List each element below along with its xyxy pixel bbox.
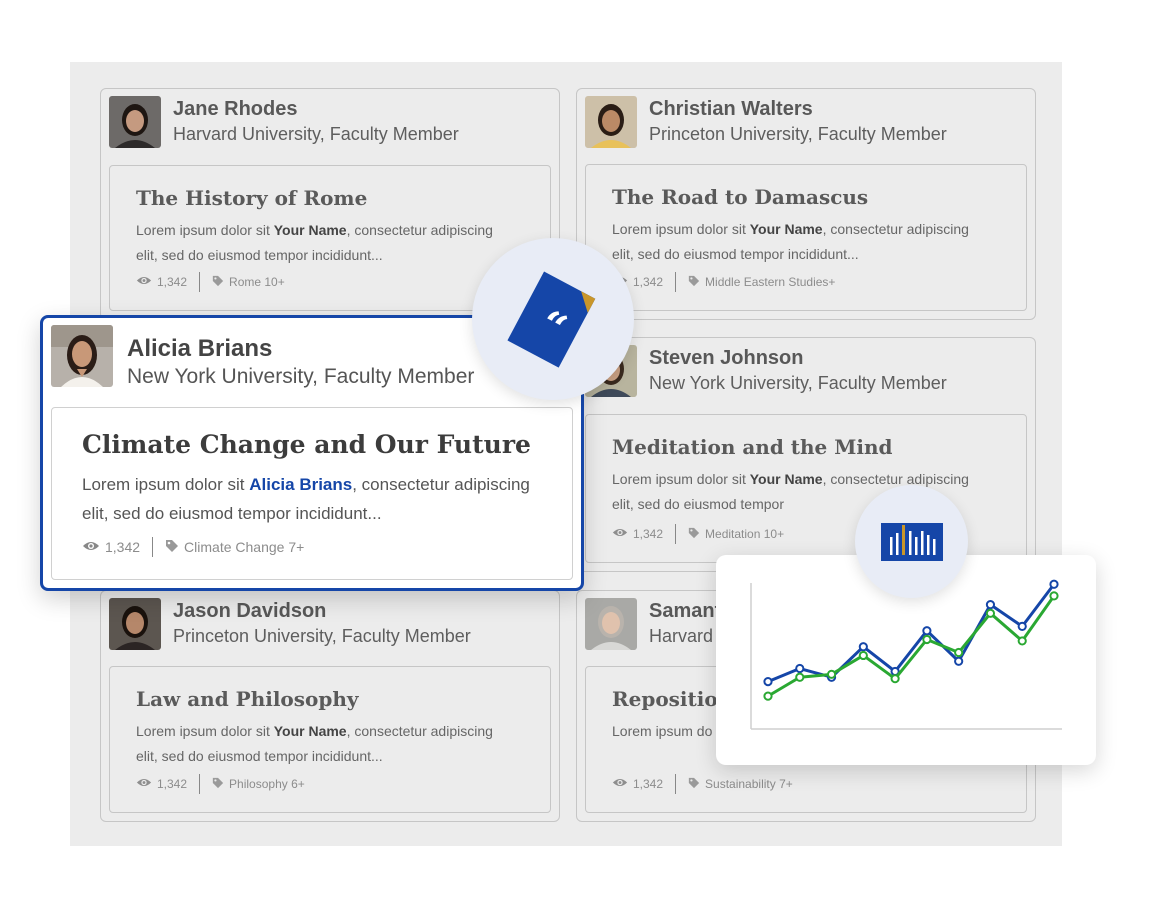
- author-name[interactable]: Jane Rhodes: [173, 98, 297, 121]
- author-affiliation: New York University, Faculty Member: [649, 373, 947, 393]
- data-point: [1049, 579, 1059, 589]
- data-point: [763, 691, 773, 701]
- paper-meta: 1,342 Sustainability 7+: [612, 774, 793, 794]
- paper-title[interactable]: Climate Change and Our Future: [82, 430, 531, 459]
- tag-icon: [688, 777, 700, 792]
- quote-badge-icon: “: [507, 271, 596, 368]
- paper-box[interactable]: Law and Philosophy Lorem ipsum dolor sit…: [109, 666, 551, 813]
- tag-icon: [688, 275, 700, 290]
- paper-card[interactable]: Jason Davidson Princeton University, Fac…: [100, 590, 560, 822]
- data-point: [954, 656, 964, 666]
- author-affiliation: New York University, Faculty Member: [127, 365, 475, 388]
- paper-excerpt: Lorem ipsum dolor sit Your Name, consect…: [136, 723, 493, 764]
- paper-meta: 1,342 Philosophy 6+: [136, 774, 305, 794]
- data-point: [795, 672, 805, 682]
- view-count: 1,342: [105, 539, 141, 555]
- paper-meta: 1,342 Climate Change 7+: [82, 537, 304, 557]
- tag-icon: [688, 527, 700, 542]
- paper-title[interactable]: Repositio: [612, 687, 718, 711]
- paper-title[interactable]: Meditation and the Mind: [612, 435, 893, 459]
- topic-tag[interactable]: Rome 10+: [229, 275, 285, 289]
- author-affiliation: Princeton University, Faculty Member: [649, 124, 947, 144]
- highlighted-name: Alicia Brians: [249, 475, 353, 494]
- highlighted-name: Your Name: [273, 723, 347, 739]
- author-name[interactable]: Samant: [649, 600, 721, 623]
- divider: [675, 774, 677, 794]
- tag-icon: [165, 539, 179, 556]
- view-count: 1,342: [157, 275, 188, 289]
- author-name[interactable]: Alicia Brians: [127, 335, 272, 363]
- eye-icon: [612, 777, 628, 791]
- divider: [199, 272, 201, 292]
- eye-icon: [612, 527, 628, 541]
- paper-meta: 1,342 Rome 10+: [136, 272, 285, 292]
- data-point: [1017, 621, 1027, 631]
- highlighted-name: Your Name: [749, 471, 823, 487]
- author-name[interactable]: Jason Davidson: [173, 600, 326, 623]
- topic-tag[interactable]: Meditation 10+: [705, 527, 784, 541]
- view-count: 1,342: [157, 777, 188, 791]
- author-affiliation: Harvard University, Faculty Member: [173, 124, 459, 144]
- topic-tag[interactable]: Middle Eastern Studies+: [705, 275, 835, 289]
- paper-box[interactable]: The Road to Damascus Lorem ipsum dolor s…: [585, 164, 1027, 311]
- data-point: [858, 642, 868, 652]
- highlighted-name: Your Name: [749, 221, 823, 237]
- paper-title[interactable]: The History of Rome: [136, 186, 367, 210]
- avatar: [109, 96, 161, 148]
- eye-icon: [136, 275, 152, 289]
- data-point: [1017, 636, 1027, 646]
- avatar: [109, 598, 161, 650]
- paper-title[interactable]: The Road to Damascus: [612, 185, 868, 209]
- topic-tag[interactable]: Philosophy 6+: [229, 777, 305, 791]
- data-point: [890, 674, 900, 684]
- paper-box[interactable]: Climate Change and Our Future Lorem ipsu…: [51, 407, 573, 580]
- topic-tag[interactable]: Sustainability 7+: [705, 777, 793, 791]
- data-point: [922, 626, 932, 636]
- avatar: [585, 96, 637, 148]
- data-point: [954, 647, 964, 658]
- eye-icon: [82, 539, 100, 555]
- data-point: [1049, 591, 1059, 601]
- divider: [675, 524, 677, 544]
- data-point: [985, 600, 996, 610]
- paper-card[interactable]: Christian Walters Princeton University, …: [576, 88, 1036, 320]
- view-count: 1,342: [633, 527, 664, 541]
- bar-chart-icon: [881, 523, 943, 561]
- author-name[interactable]: Steven Johnson: [649, 347, 803, 370]
- paper-meta: 1,342 Meditation 10+: [612, 524, 784, 544]
- data-point: [922, 634, 932, 645]
- tag-icon: [212, 777, 224, 792]
- author-affiliation: Harvard: [649, 626, 714, 646]
- data-point: [795, 663, 805, 674]
- view-count: 1,342: [633, 275, 664, 289]
- avatar: [51, 325, 113, 387]
- paper-title[interactable]: Law and Philosophy: [136, 687, 359, 711]
- divider: [675, 272, 677, 292]
- eye-icon: [136, 777, 152, 791]
- view-count: 1,342: [633, 777, 664, 791]
- data-point: [985, 608, 996, 618]
- tag-icon: [212, 275, 224, 290]
- series-line-2: [767, 595, 1056, 698]
- divider: [152, 537, 154, 557]
- topic-tag[interactable]: Climate Change 7+: [184, 539, 304, 555]
- analytics-badge: [855, 485, 968, 598]
- author-affiliation: Princeton University, Faculty Member: [173, 626, 471, 646]
- paper-excerpt: Lorem ipsum dolor sit Alicia Brians, con…: [82, 475, 530, 523]
- paper-meta: 1,342 Middle Eastern Studies+: [612, 272, 835, 292]
- paper-excerpt: Lorem ipsum dolor sit Your Name, consect…: [136, 222, 493, 263]
- avatar: [585, 598, 637, 650]
- data-point: [763, 676, 773, 687]
- highlighted-name: Your Name: [273, 222, 347, 238]
- paper-excerpt: Lorem ipsum dolor sit Your Name, consect…: [612, 221, 969, 262]
- data-point: [858, 650, 868, 661]
- quote-badge: “: [472, 238, 634, 400]
- divider: [199, 774, 201, 794]
- author-name[interactable]: Christian Walters: [649, 98, 813, 121]
- data-point: [826, 669, 837, 679]
